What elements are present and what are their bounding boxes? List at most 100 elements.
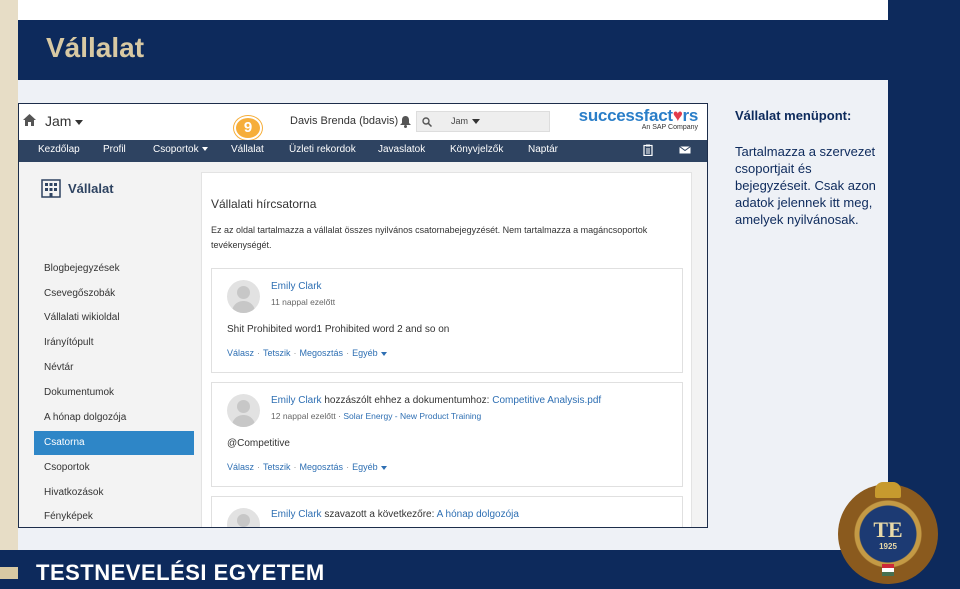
reply-link[interactable]: Válasz	[227, 348, 254, 358]
chevron-down-icon	[201, 147, 208, 152]
avatar-icon[interactable]	[227, 394, 260, 427]
sidebar-item-groups[interactable]: Csoportok	[34, 456, 194, 480]
sidebar-item-company-wiki[interactable]: Vállalati wikioldal	[34, 306, 194, 330]
feed-title: Vállalati hírcsatorna	[211, 197, 317, 211]
footer-bar: TESTNEVELÉSI EGYETEM	[0, 550, 960, 589]
user-menu[interactable]: Davis Brenda (bdavis)	[290, 115, 398, 127]
feed-post: Emily Clark hozzászólt ehhez a dokumentu…	[211, 382, 683, 487]
sidebar-title: Vállalat	[68, 181, 114, 196]
home-icon[interactable]	[23, 114, 36, 126]
nav-profile[interactable]: Profil	[103, 144, 126, 155]
avatar-icon[interactable]	[227, 508, 260, 527]
chevron-down-icon	[380, 351, 387, 356]
search-scope-dropdown[interactable]: Jam	[451, 116, 481, 126]
document-link[interactable]: Competitive Analysis.pdf	[492, 395, 601, 406]
post-timestamp: 11 nappal ezelőtt	[271, 297, 336, 307]
title-bar: Vállalat	[18, 20, 888, 80]
sidebar-item-dashboard[interactable]: Irányítópult	[34, 331, 194, 355]
nav-business-records[interactable]: Üzleti rekordok	[289, 144, 356, 155]
search-icon	[422, 117, 432, 127]
post-action-text: hozzászólt ehhez a dokumentumhoz:	[321, 395, 493, 406]
nav-groups-label: Csoportok	[153, 144, 199, 155]
post-actions: Válasz · Tetszik · Megosztás · Egyéb	[227, 462, 387, 472]
brand-part1: successfact	[578, 106, 673, 125]
main-content: Vállalat Blogbejegyzések Csevegőszobák V…	[19, 162, 707, 527]
post-author-link[interactable]: Emily Clark	[271, 395, 322, 406]
chevron-down-icon	[472, 119, 481, 125]
sidebar-item-photos[interactable]: Fényképek	[34, 505, 194, 527]
post-text: Shit Prohibited word1 Prohibited word 2 …	[227, 324, 450, 335]
sidebar: Vállalat Blogbejegyzések Csevegőszobák V…	[19, 162, 201, 527]
post-timestamp: 12 nappal ezelőtt	[271, 411, 336, 421]
nav-bookmarks[interactable]: Könyvjelzők	[450, 144, 503, 155]
right-band	[888, 0, 960, 550]
chevron-down-icon	[75, 119, 84, 125]
search-scope-label: Jam	[451, 116, 469, 126]
poll-link[interactable]: A hónap dolgozója	[437, 509, 519, 520]
slide-title: Vállalat	[46, 32, 145, 63]
sidebar-item-directory[interactable]: Névtár	[34, 356, 194, 380]
nav-company[interactable]: Vállalat	[231, 144, 264, 155]
share-link[interactable]: Megosztás	[300, 348, 344, 358]
feed-description: Ez az oldal tartalmazza a vállalat össze…	[211, 225, 648, 250]
group-context-link[interactable]: Solar Energy - New Product Training	[343, 411, 481, 421]
post-meta: 12 nappal ezelőtt · Solar Energy - New P…	[271, 411, 481, 421]
more-dropdown[interactable]: Egyéb	[352, 348, 378, 358]
description-heading: Vállalat menüpont:	[735, 108, 852, 123]
mail-icon[interactable]	[679, 144, 691, 156]
nav-home[interactable]: Kezdőlap	[38, 144, 80, 155]
app-header: Jam 9 Davis Brenda (bdavis) Jam successf…	[19, 104, 707, 140]
avatar-icon[interactable]	[227, 280, 260, 313]
hungarian-flag-icon	[882, 564, 894, 576]
like-link[interactable]: Tetszik	[263, 462, 291, 472]
sidebar-item-documents[interactable]: Dokumentumok	[34, 381, 194, 405]
sidebar-item-employee-of-month[interactable]: A hónap dolgozója	[34, 406, 194, 430]
more-dropdown[interactable]: Egyéb	[352, 462, 378, 472]
app-screenshot: Jam 9 Davis Brenda (bdavis) Jam successf…	[18, 103, 708, 528]
feed-post: Emily Clark 11 nappal ezelőtt Shit Prohi…	[211, 268, 683, 373]
brand-part2: rs	[682, 106, 699, 125]
nav-groups[interactable]: Csoportok	[153, 144, 208, 155]
sidebar-item-feed[interactable]: Csatorna	[34, 431, 194, 455]
workspace-label: Jam	[45, 113, 72, 129]
chevron-down-icon	[380, 465, 387, 470]
seal-monogram: TE	[873, 517, 903, 542]
nav-calendar[interactable]: Naptár	[528, 144, 558, 155]
feed-card: Vállalati hírcsatorna Ez az oldal tartal…	[201, 172, 692, 527]
heart-icon: ♥	[672, 106, 683, 125]
share-link[interactable]: Megosztás	[300, 462, 344, 472]
post-headline: Emily Clark hozzászólt ehhez a dokumentu…	[271, 395, 601, 406]
crown-icon	[875, 482, 901, 498]
left-accent-bar	[0, 0, 18, 589]
post-actions: Válasz · Tetszik · Megosztás · Egyéb	[227, 348, 387, 358]
brand-tagline: An SAP Company	[641, 124, 698, 131]
sidebar-item-blog-posts[interactable]: Blogbejegyzések	[34, 257, 194, 281]
post-author-link[interactable]: Emily Clark	[271, 281, 322, 292]
workspace-switcher[interactable]: Jam	[45, 113, 84, 129]
top-band	[18, 0, 888, 20]
sidebar-item-links[interactable]: Hivatkozások	[34, 481, 194, 505]
university-seal: TE 1925	[838, 482, 938, 584]
reply-link[interactable]: Válasz	[227, 462, 254, 472]
building-icon	[41, 179, 61, 198]
step-badge: 9	[234, 116, 262, 140]
nav-recommendations[interactable]: Javaslatok	[378, 144, 425, 155]
footer-accent	[0, 567, 18, 579]
bell-icon[interactable]	[400, 116, 411, 128]
post-author-link[interactable]: Emily Clark	[271, 509, 322, 520]
search-input[interactable]: Jam	[416, 111, 550, 132]
like-link[interactable]: Tetszik	[263, 348, 291, 358]
university-name: TESTNEVELÉSI EGYETEM	[36, 560, 325, 585]
description-panel: Vállalat menüpont: Tartalmazza a szervez…	[735, 108, 885, 228]
clipboard-icon[interactable]	[642, 144, 654, 156]
post-text: @Competitive	[227, 438, 290, 449]
seal-year: 1925	[879, 542, 897, 551]
description-body: Tartalmazza a szervezet csoportjait és b…	[735, 144, 876, 227]
post-headline: Emily Clark szavazott a következőre: A h…	[271, 509, 519, 520]
sidebar-item-chat-rooms[interactable]: Csevegőszobák	[34, 282, 194, 306]
post-action-text: szavazott a következőre:	[321, 509, 437, 520]
successfactors-logo: successfact♥rs An SAP Company	[566, 106, 699, 132]
feed-post: Emily Clark szavazott a következőre: A h…	[211, 496, 683, 527]
main-nav: Kezdőlap Profil Csoportok Vállalat Üzlet…	[19, 140, 707, 162]
brand-wordmark: successfact♥rs	[578, 106, 699, 126]
